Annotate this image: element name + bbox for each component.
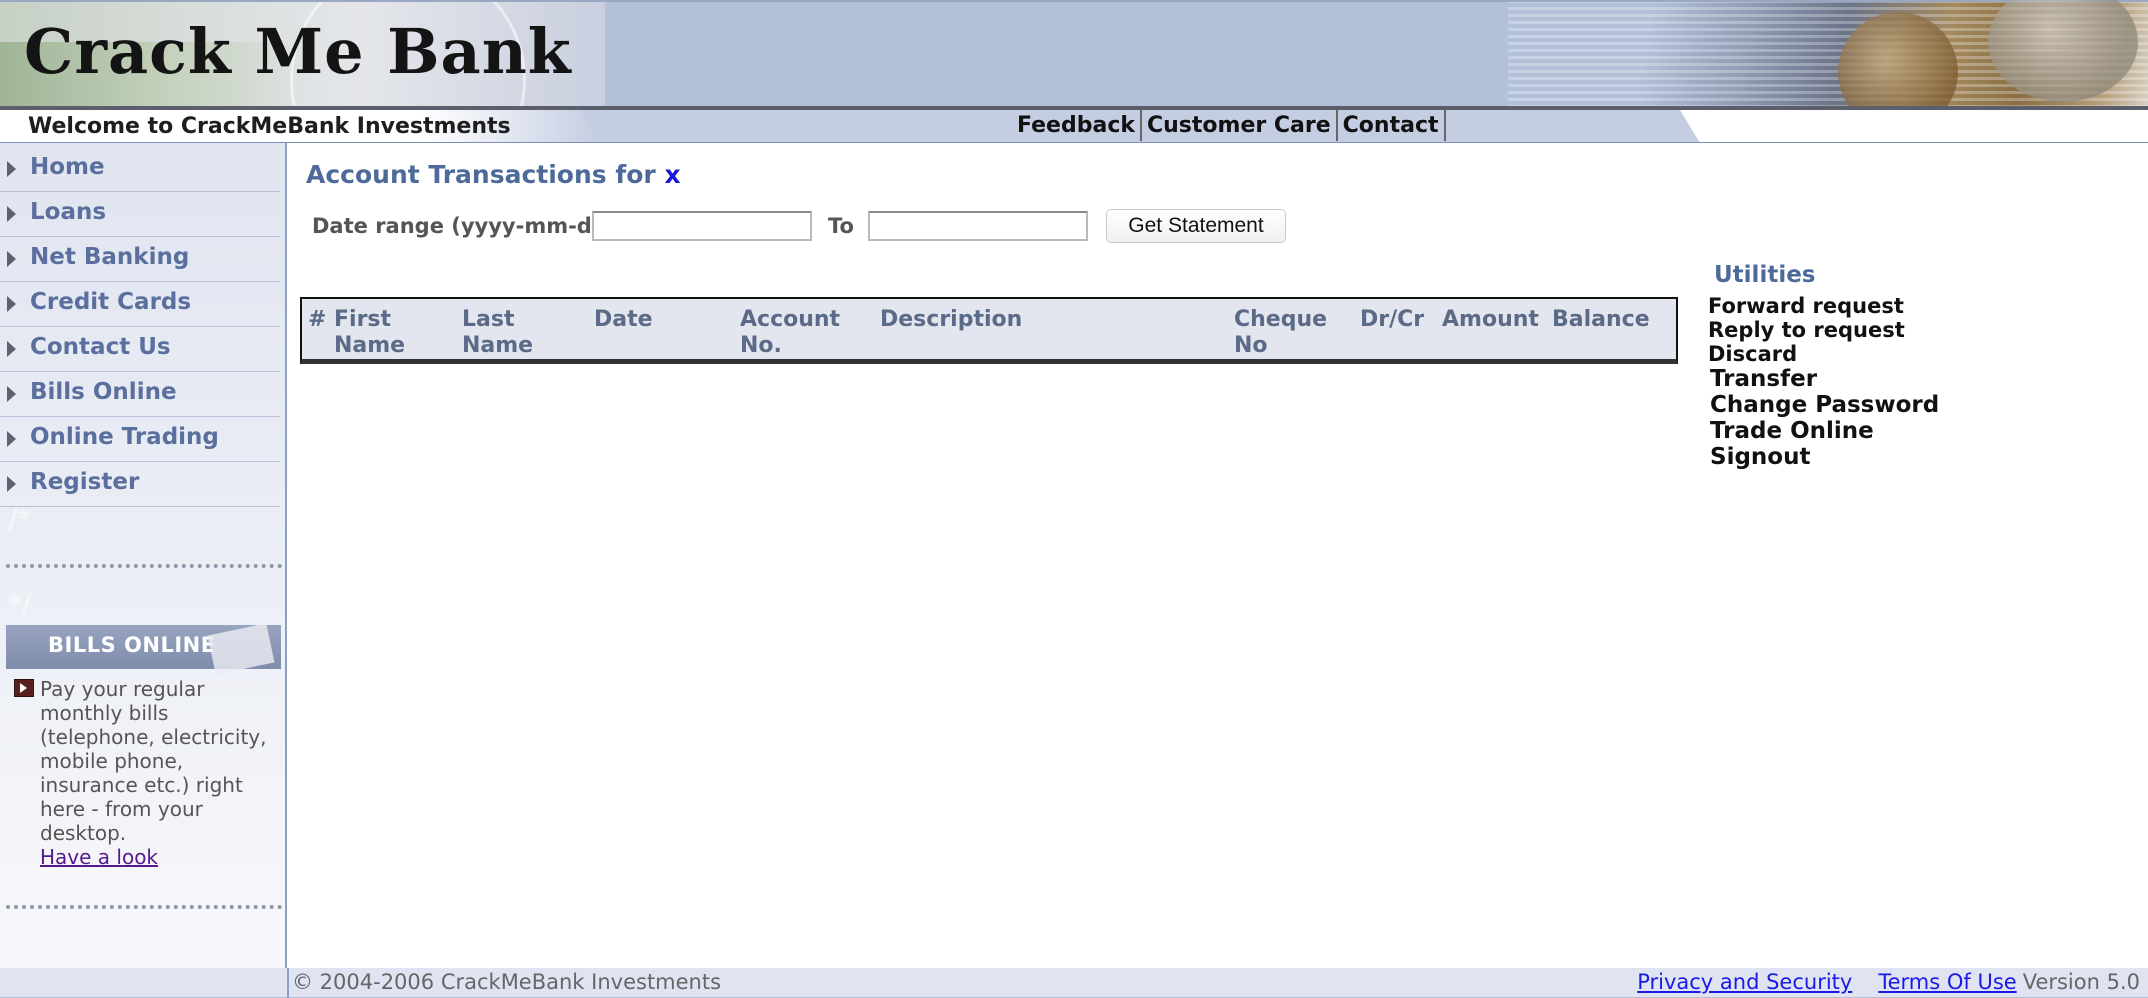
forward-request-link[interactable]: Forward request [1708, 294, 1939, 318]
sidebar-item-label[interactable]: Online Trading [30, 424, 219, 450]
comment-open-text: /* [8, 505, 32, 535]
terms-of-use-link[interactable]: Terms Of Use [1878, 970, 2016, 994]
sidebar-item-contact-us[interactable]: Contact Us [0, 327, 280, 372]
arrow-right-icon [7, 161, 16, 177]
reply-to-request-link[interactable]: Reply to request [1708, 318, 1939, 342]
column-header-description: Description [880, 307, 1023, 332]
comment-close-text: */ [8, 590, 32, 620]
sidebar-item-label[interactable]: Bills Online [30, 379, 177, 405]
coins-image [1508, 0, 2148, 132]
sidebar-item-register[interactable]: Register [0, 462, 280, 507]
column-header-date: Date [594, 307, 653, 332]
trade-online-link[interactable]: Trade Online [1710, 418, 1939, 444]
sidebar-item-label[interactable]: Net Banking [30, 244, 189, 270]
sidebar-border [287, 968, 289, 998]
top-navbar: Welcome to CrackMeBank Investments Feedb… [0, 110, 2148, 143]
page-title: Account Transactions for x [306, 160, 681, 189]
utilities-list: Forward request Reply to request Discard… [1708, 294, 1939, 470]
sidebar-item-label[interactable]: Credit Cards [30, 289, 191, 315]
change-password-link[interactable]: Change Password [1710, 392, 1939, 418]
sidebar-divider [6, 905, 282, 909]
welcome-message: Welcome to CrackMeBank Investments [28, 114, 511, 139]
column-header-first-name: First Name [334, 307, 406, 358]
bills-promo-text: Pay your regular monthly bills (telephon… [40, 677, 267, 845]
column-header-last-name: Last Name [462, 307, 534, 358]
column-header-account-no: Account No. [740, 307, 841, 358]
footer-links: Privacy and Security Terms Of Use Version … [1637, 970, 2140, 994]
transactions-table: # First Name Last Name Date Account No. … [300, 297, 1678, 364]
transfer-link[interactable]: Transfer [1710, 366, 1939, 392]
arrow-right-icon [7, 296, 16, 312]
sidebar-item-online-trading[interactable]: Online Trading [0, 417, 280, 462]
sidebar-item-home[interactable]: Home [0, 147, 280, 192]
sidebar-nav: Home Loans Net Banking Credit Cards Cont… [0, 147, 285, 507]
arrow-right-icon [7, 386, 16, 402]
sidebar-item-credit-cards[interactable]: Credit Cards [0, 282, 280, 327]
bills-online-banner-text: BILLS ONLINE [48, 633, 216, 657]
coin-decoration [1988, 0, 2138, 102]
sidebar-item-label[interactable]: Contact Us [30, 334, 171, 360]
customer-care-link[interactable]: Customer Care [1142, 110, 1338, 141]
sidebar-item-label[interactable]: Loans [30, 199, 106, 225]
header-banner: Crack Me Bank [0, 0, 2148, 132]
to-date-input[interactable] [868, 211, 1088, 241]
column-header-amount: Amount [1442, 307, 1539, 332]
sidebar-item-label[interactable]: Register [30, 469, 139, 495]
arrow-right-icon [7, 431, 16, 447]
sidebar-divider [6, 564, 282, 568]
discard-link[interactable]: Discard [1708, 342, 1939, 366]
column-header-cheque-no: Cheque No [1234, 307, 1328, 358]
arrow-right-icon [7, 476, 16, 492]
sidebar-item-label[interactable]: Home [30, 154, 105, 180]
version-text: Version 5.0 [2022, 970, 2140, 994]
sidebar-item-loans[interactable]: Loans [0, 192, 280, 237]
column-header-balance: Balance [1552, 307, 1650, 332]
date-range-label: Date range (yyyy-mm-dd) [312, 214, 617, 238]
top-links: Feedback Customer Care Contact [1012, 110, 1446, 143]
to-label: To [828, 214, 854, 238]
signout-link[interactable]: Signout [1710, 444, 1939, 470]
logo-area: Crack Me Bank [0, 2, 605, 108]
sidebar: Home Loans Net Banking Credit Cards Cont… [0, 143, 287, 968]
arrow-right-icon [7, 206, 16, 222]
document-icon [207, 623, 275, 675]
bank-logo: Crack Me Bank [24, 15, 572, 88]
feedback-link[interactable]: Feedback [1012, 110, 1142, 141]
column-header-number: # [308, 307, 327, 332]
column-header-dr-cr: Dr/Cr [1360, 307, 1425, 332]
bills-online-banner: BILLS ONLINE [6, 623, 281, 675]
footer: © 2004-2006 CrackMeBank Investments Priv… [0, 968, 2148, 998]
have-a-look-link[interactable]: Have a look [40, 845, 158, 869]
copyright-text: © 2004-2006 CrackMeBank Investments [292, 970, 722, 994]
privacy-security-link[interactable]: Privacy and Security [1637, 970, 1852, 994]
contact-link[interactable]: Contact [1338, 110, 1446, 141]
page-title-text: Account Transactions for [306, 160, 656, 189]
account-user: x [664, 160, 681, 189]
sidebar-item-bills-online[interactable]: Bills Online [0, 372, 280, 417]
navbar-divider [0, 142, 2148, 143]
get-statement-button[interactable]: Get Statement [1106, 209, 1286, 243]
arrow-box-icon [14, 679, 34, 697]
from-date-input[interactable] [592, 211, 812, 241]
sidebar-item-net-banking[interactable]: Net Banking [0, 237, 280, 282]
utilities-title: Utilities [1714, 262, 1816, 288]
arrow-right-icon [7, 251, 16, 267]
arrow-right-icon [7, 341, 16, 357]
